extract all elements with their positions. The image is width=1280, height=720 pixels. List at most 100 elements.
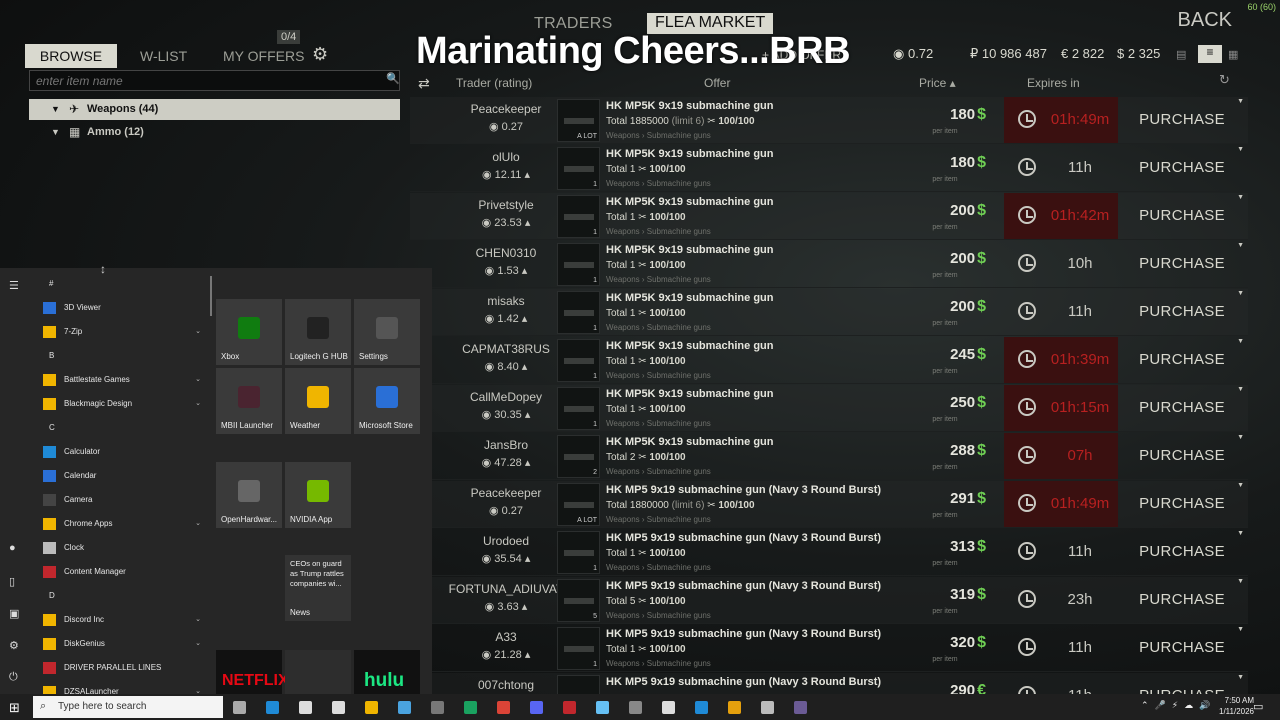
chevron-down-icon[interactable]: ▼ [1237, 578, 1244, 585]
purchase-button[interactable]: PURCHASE [1124, 303, 1240, 320]
search-icon[interactable]: 🔍 [386, 72, 400, 85]
category-ammo[interactable]: ▼ ▦ Ammo (12) [29, 122, 400, 143]
start-app-item[interactable]: 7-Zip ⌄ [43, 322, 203, 342]
start-app-item[interactable]: DRIVER PARALLEL LINES [43, 658, 203, 678]
trader-name[interactable]: A33 [446, 630, 566, 644]
purchase-button[interactable]: PURCHASE [1124, 399, 1240, 416]
chevron-down-icon[interactable]: ▼ [1237, 338, 1244, 345]
windows-start-icon[interactable]: ⊞ [9, 700, 20, 716]
taskbar-app-icon[interactable] [761, 701, 774, 714]
notification-icon[interactable]: ▭ [1253, 700, 1263, 713]
refresh-icon[interactable]: ⇄ [418, 75, 430, 92]
taskbar-app-icon[interactable] [530, 701, 543, 714]
trader-name[interactable]: olUlo [446, 150, 566, 164]
taskbar-app-icon[interactable] [332, 701, 345, 714]
purchase-button[interactable]: PURCHASE [1124, 447, 1240, 464]
item-thumbnail[interactable]: A LOT [557, 483, 600, 526]
trader-name[interactable]: CHEN0310 [446, 246, 566, 260]
settings-icon[interactable]: ⚙ [9, 639, 19, 652]
start-app-item[interactable]: Clock [43, 538, 203, 558]
col-price[interactable]: Price ▴ [919, 76, 956, 90]
col-expires[interactable]: Expires in [1027, 76, 1080, 90]
logitech-tile[interactable]: Logitech G HUB [285, 299, 351, 365]
start-app-item[interactable]: Calculator [43, 442, 203, 462]
settings-tile[interactable]: Settings [354, 299, 420, 365]
category-weapons[interactable]: ▼ ✈ Weapons (44) [29, 99, 400, 120]
chevron-down-icon[interactable]: ▼ [1237, 98, 1244, 105]
trader-name[interactable]: 007chtong [446, 678, 566, 692]
item-thumbnail[interactable]: 1 [557, 627, 600, 670]
start-app-item[interactable]: Battlestate Games ⌄ [43, 370, 203, 390]
purchase-button[interactable]: PURCHASE [1124, 255, 1240, 272]
gear-icon[interactable]: ⚙ [312, 44, 328, 65]
trader-name[interactable]: CAPMAT38RUS [446, 342, 566, 356]
item-thumbnail[interactable]: 1 [557, 531, 600, 574]
hamburger-icon[interactable]: ☰ [9, 279, 19, 292]
pictures-icon[interactable]: ▣ [9, 607, 19, 620]
start-app-item[interactable]: Blackmagic Design ⌄ [43, 394, 203, 414]
taskbar-app-icon[interactable] [695, 701, 708, 714]
list-view-icon[interactable]: ≡ [1198, 45, 1222, 63]
item-thumbnail[interactable]: 1 [557, 291, 600, 334]
tab-browse[interactable]: BROWSE [25, 44, 117, 68]
app-letter-header[interactable]: # [49, 279, 53, 288]
item-thumbnail[interactable]: 1 [557, 195, 600, 238]
office-apps-tile[interactable] [285, 650, 351, 694]
taskbar-app-icon[interactable] [464, 701, 477, 714]
trader-name[interactable]: Urodoed [446, 534, 566, 548]
mbii-tile[interactable]: MBII Launcher [216, 368, 282, 434]
app-letter-header[interactable]: B [49, 351, 54, 360]
chevron-down-icon[interactable]: ▼ [1237, 482, 1244, 489]
tab-my-offers[interactable]: MY OFFERS [223, 48, 304, 64]
start-app-item[interactable]: Discord Inc ⌄ [43, 610, 203, 630]
taskbar-app-icon[interactable] [365, 701, 378, 714]
netflix-tile[interactable]: NETFLIX [216, 650, 289, 694]
start-scrollbar[interactable] [210, 276, 212, 316]
taskbar-app-icon[interactable] [266, 701, 279, 714]
col-offer[interactable]: Offer [704, 76, 730, 90]
taskbar-app-icon[interactable] [728, 701, 741, 714]
start-app-item[interactable]: 3D Viewer [43, 298, 203, 318]
chevron-down-icon[interactable]: ▼ [1237, 530, 1244, 537]
taskbar-app-icon[interactable] [629, 701, 642, 714]
taskbar-app-icon[interactable] [299, 701, 312, 714]
documents-icon[interactable]: ▯ [9, 575, 15, 588]
weather-tile[interactable]: Weather [285, 368, 351, 434]
purchase-button[interactable]: PURCHASE [1124, 639, 1240, 656]
item-thumbnail[interactable]: 5 [557, 579, 600, 622]
hulu-tile[interactable]: hulu [354, 650, 420, 694]
chevron-down-icon[interactable]: ▼ [1237, 194, 1244, 201]
power-icon[interactable]: ⏻ [9, 671, 18, 684]
purchase-button[interactable]: PURCHASE [1124, 111, 1240, 128]
search-input[interactable] [29, 70, 400, 91]
start-app-item[interactable]: Chrome Apps ⌄ [43, 514, 203, 534]
chevron-down-icon[interactable]: ▼ [1237, 242, 1244, 249]
trader-name[interactable]: misaks [446, 294, 566, 308]
back-button[interactable]: BACK [1178, 9, 1232, 32]
xbox-tile[interactable]: Xbox [216, 299, 282, 365]
taskbar-app-icon[interactable] [497, 701, 510, 714]
purchase-button[interactable]: PURCHASE [1124, 159, 1240, 176]
chevron-down-icon[interactable]: ▼ [1237, 146, 1244, 153]
purchase-button[interactable]: PURCHASE [1124, 207, 1240, 224]
start-app-item[interactable]: DiskGenius ⌄ [43, 634, 203, 654]
purchase-button[interactable]: PURCHASE [1124, 351, 1240, 368]
item-thumbnail[interactable]: 1 [557, 147, 600, 190]
trader-name[interactable]: CallMeDopey [446, 390, 566, 404]
reload-icon[interactable]: ↻ [1219, 72, 1230, 88]
taskbar-app-icon[interactable] [233, 701, 246, 714]
news-tile[interactable]: CEOs on guard as Trump rattles companies… [285, 555, 351, 621]
start-app-item[interactable]: Calendar [43, 466, 203, 486]
chevron-down-icon[interactable]: ▼ [1237, 434, 1244, 441]
taskbar-app-icon[interactable] [794, 701, 807, 714]
trader-name[interactable]: Peacekeeper [446, 486, 566, 500]
taskbar-app-icon[interactable] [563, 701, 576, 714]
start-app-item[interactable]: Content Manager [43, 562, 203, 582]
start-app-item[interactable]: Camera [43, 490, 203, 510]
trader-name[interactable]: JansBro [446, 438, 566, 452]
chevron-down-icon[interactable]: ▼ [1237, 674, 1244, 681]
taskbar-app-icon[interactable] [398, 701, 411, 714]
app-letter-header[interactable]: C [49, 423, 55, 432]
purchase-button[interactable]: PURCHASE [1124, 591, 1240, 608]
openhardware-tile[interactable]: OpenHardwar... [216, 462, 282, 528]
